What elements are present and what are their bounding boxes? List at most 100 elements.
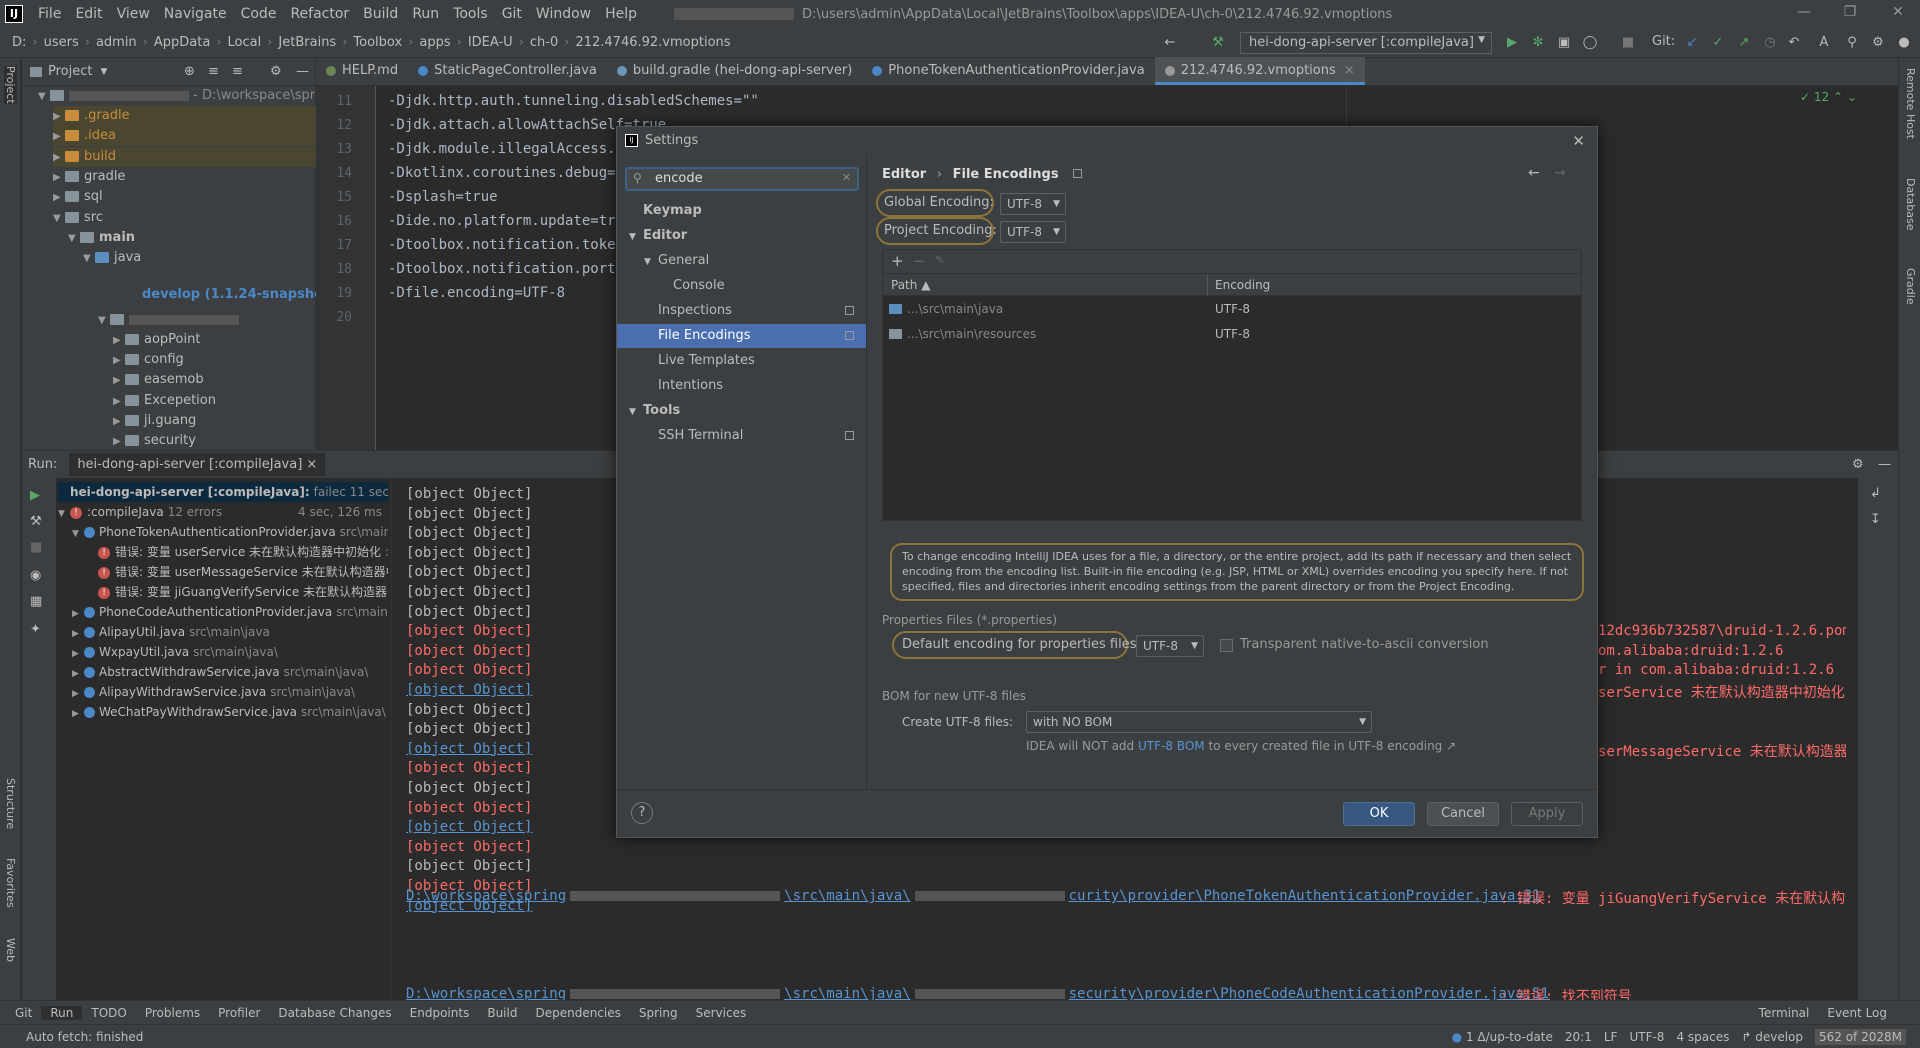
expand-arrow-icon[interactable]: ▶ [113, 331, 125, 351]
editor-tab[interactable]: HELP.md [316, 57, 408, 85]
settings-nav-item[interactable]: Live Templates [617, 349, 866, 373]
menu-view[interactable]: View [110, 6, 157, 22]
expand-all-icon[interactable]: ≡ [208, 64, 219, 79]
file-encoding[interactable]: UTF-8 [1629, 1030, 1664, 1044]
help-icon[interactable]: ? [631, 802, 653, 824]
close-window-icon[interactable]: ✕ [1890, 4, 1906, 20]
hide-icon[interactable]: — [296, 64, 309, 79]
utf8-bom-link[interactable]: UTF-8 BOM [1138, 739, 1205, 753]
tree-arrow-icon[interactable]: ▶ [72, 684, 84, 702]
global-encoding-select[interactable]: UTF-8 ▼ [1000, 193, 1066, 215]
run-hide-icon[interactable]: — [1878, 457, 1891, 472]
scroll-end-icon[interactable]: ↧ [1870, 512, 1881, 527]
expand-arrow-icon[interactable]: ▶ [113, 351, 125, 371]
gear-icon[interactable]: ⚙ [270, 64, 282, 79]
crumb-item[interactable]: apps [415, 35, 454, 50]
table-row[interactable]: ...\src\main\java UTF-8 [883, 298, 1581, 322]
project-tree-item[interactable]: ▶ config [113, 350, 184, 370]
project-tree-item[interactable]: ▶ .idea [53, 126, 316, 147]
rollback-icon[interactable]: ↶ [1786, 35, 1802, 51]
menu-git[interactable]: Git [495, 6, 529, 22]
wrench-icon[interactable]: ⚒ [30, 514, 42, 529]
soft-wrap-icon[interactable]: ↲ [1870, 486, 1881, 501]
expand-arrow-icon[interactable]: ▶ [53, 188, 65, 208]
tool-tab-services[interactable]: Services [687, 1006, 756, 1020]
expand-arrow-icon[interactable]: ▶ [113, 412, 125, 432]
branch-widget[interactable]: ↱ develop [1741, 1030, 1803, 1044]
debug-icon[interactable]: ✼ [1530, 35, 1546, 51]
run-tab[interactable]: hei-dong-api-server [:compileJava] × [69, 453, 326, 476]
crumb-item[interactable]: admin [92, 35, 141, 50]
tool-tab-endpoints[interactable]: Endpoints [401, 1006, 479, 1020]
hammer-icon[interactable]: ⚒ [1210, 35, 1226, 51]
project-tree-item[interactable]: ▶ Excepetion [113, 391, 216, 411]
settings-nav-item[interactable]: Inspections [617, 299, 866, 323]
nav-arrow-icon[interactable]: ▼ [629, 400, 643, 424]
tool-tab-todo[interactable]: TODO [82, 1006, 135, 1020]
rerun-icon[interactable]: ▶ [30, 488, 40, 503]
menu-window[interactable]: Window [529, 6, 598, 22]
tree-arrow-icon[interactable]: ▶ [72, 704, 84, 722]
default-props-select[interactable]: UTF-8 ▼ [1136, 635, 1204, 657]
indent-setting[interactable]: 4 spaces [1676, 1030, 1729, 1044]
stop-icon[interactable]: ■ [1620, 35, 1636, 51]
remove-icon[interactable]: − [913, 252, 926, 270]
crumb-item[interactable]: Toolbox [349, 35, 406, 50]
crumb-item[interactable]: Local [224, 35, 266, 50]
menu-help[interactable]: Help [598, 6, 644, 22]
project-tree-item[interactable]: ▼ src [53, 208, 103, 228]
build-tree-item[interactable]: ▶ PhoneCodeAuthenticationProvider.java src… [72, 602, 388, 622]
menu-navigate[interactable]: Navigate [157, 6, 234, 22]
settings-nav-item[interactable]: Console [617, 274, 866, 298]
editor-tab[interactable]: PhoneTokenAuthenticationProvider.java [862, 57, 1154, 85]
expand-arrow-icon[interactable]: ▶ [113, 432, 125, 452]
git-commit-icon[interactable]: ✓ [1710, 35, 1726, 51]
forward-arrow-icon[interactable]: → [1554, 165, 1566, 181]
menu-build[interactable]: Build [356, 6, 405, 22]
menu-edit[interactable]: Edit [68, 6, 109, 22]
chevron-down-icon[interactable]: ▼ [100, 67, 107, 77]
stop-run-icon[interactable]: ■ [30, 540, 42, 555]
inspection-widget[interactable]: ✓ 12 ⌃ ⌄ [1800, 90, 1857, 104]
tab-close-icon[interactable]: × [1344, 63, 1355, 78]
build-tree-item[interactable]: ▼ PhoneTokenAuthenticationProvider.java sr… [72, 522, 388, 542]
tool-tab-event-log[interactable]: Event Log [1818, 1006, 1896, 1020]
settings-nav-item[interactable]: ▼ Tools [617, 399, 866, 423]
project-root-row[interactable]: ▼ - D:\workspace\spri [38, 86, 319, 106]
expand-arrow-icon[interactable]: ▼ [68, 229, 80, 249]
clear-search-icon[interactable]: ✕ [842, 171, 851, 184]
tree-arrow-icon[interactable]: ▶ [72, 664, 84, 682]
run-gear-icon[interactable]: ⚙ [1852, 457, 1864, 472]
favorites-tool-tab[interactable]: Favorites [4, 858, 17, 908]
git-update-icon[interactable]: ↙ [1684, 35, 1700, 51]
vcs-status[interactable]: ● 1 Δ/up-to-date [1452, 1030, 1553, 1044]
project-tree-item[interactable]: ▶ security [113, 431, 196, 451]
build-tree-item[interactable]: ▶ AlipayWithdrawService.java src\main\java… [72, 682, 388, 702]
code-with-me-icon[interactable]: ● [1896, 35, 1912, 51]
expand-arrow-icon[interactable]: ▶ [113, 371, 125, 391]
settings-nav-item[interactable]: SSH Terminal [617, 424, 866, 448]
tool-tab-git[interactable]: Git [6, 1006, 41, 1020]
back-dropdown-icon[interactable]: ← [1162, 35, 1178, 51]
expand-arrow-icon[interactable]: ▶ [53, 168, 65, 188]
menu-file[interactable]: File [31, 6, 68, 22]
tree-arrow-icon[interactable]: ▶ [72, 624, 84, 642]
memory-indicator[interactable]: 562 of 2028M [1815, 1028, 1906, 1045]
crumb-item[interactable]: AppData [150, 35, 214, 50]
console-link-line[interactable]: D:\workspace\spring \src\main\java\ curity… [406, 888, 1541, 904]
settings-search-input[interactable]: ⚲ encode ✕ [625, 167, 859, 191]
tool-tab-spring[interactable]: Spring [630, 1006, 687, 1020]
project-tool-tab[interactable]: Project [4, 66, 17, 104]
settings-nav-item[interactable]: Intentions [617, 374, 866, 398]
tool-tab-problems[interactable]: Problems [136, 1006, 209, 1020]
profile-icon[interactable]: ◯ [1582, 35, 1598, 51]
git-push-icon[interactable]: ↗ [1736, 35, 1752, 51]
build-tree-item[interactable]: hei-dong-api-server [:compileJava]: faile… [58, 482, 388, 502]
crumb-item[interactable]: IDEA-U [464, 35, 517, 50]
expand-arrow-icon[interactable]: ▼ [83, 249, 95, 269]
translate-icon[interactable]: A [1816, 35, 1832, 51]
expand-arrow-icon[interactable]: ▶ [53, 107, 65, 127]
crumb-item[interactable]: ch-0 [526, 35, 562, 50]
tool-tab-profiler[interactable]: Profiler [209, 1006, 269, 1020]
expand-arrow-icon[interactable]: ▶ [113, 392, 125, 412]
